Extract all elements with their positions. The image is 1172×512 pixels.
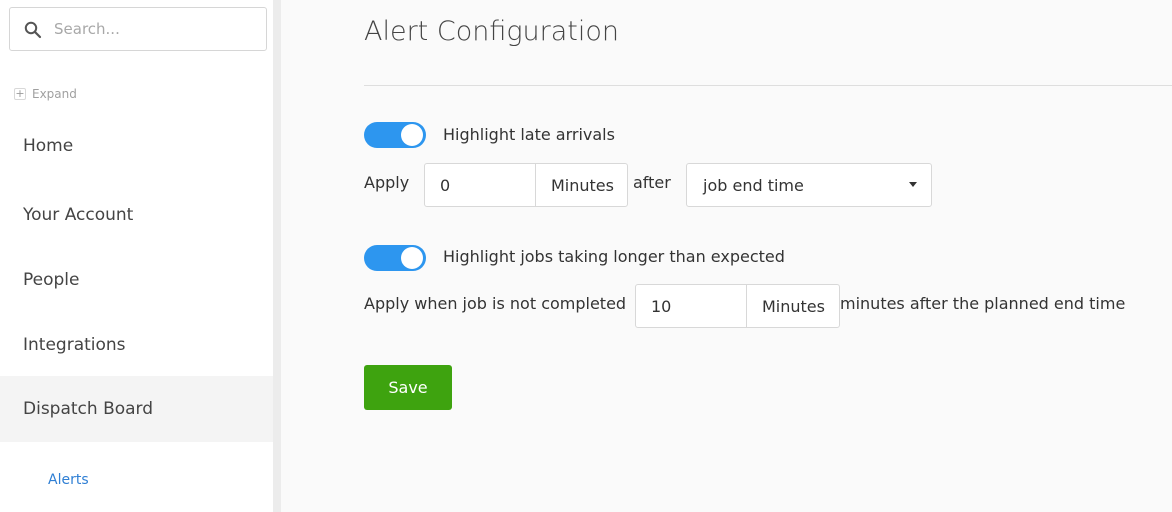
after-label: after: [633, 173, 671, 192]
search-box[interactable]: [9, 7, 267, 51]
plus-icon: +: [14, 87, 26, 100]
reference-time-value: job end time: [703, 175, 804, 195]
reference-time-select[interactable]: job end time: [686, 163, 932, 207]
late-arrivals-minutes-input[interactable]: [425, 164, 535, 206]
late-arrivals-minutes-group: Minutes: [424, 163, 628, 207]
main-content: Alert Configuration Highlight late arriv…: [281, 0, 1172, 512]
sidebar-item-dispatch-board[interactable]: Dispatch Board: [0, 376, 273, 442]
search-input[interactable]: [54, 8, 254, 50]
sidebar-item-label: Dispatch Board: [23, 399, 154, 419]
sidebar-item-label: Home: [23, 135, 74, 156]
sidebar-item-home[interactable]: Home: [0, 113, 273, 178]
minutes-unit-label: Minutes: [746, 285, 840, 327]
sidebar-subitem-alerts[interactable]: Alerts: [48, 472, 89, 488]
apply-label: Apply: [364, 173, 410, 192]
expand-label: Expand: [32, 87, 77, 101]
title-divider: [364, 85, 1172, 86]
sidebar-item-people[interactable]: People: [0, 247, 273, 312]
minutes-unit-label: Minutes: [535, 164, 629, 206]
sidebar-item-label: People: [23, 269, 80, 290]
expand-toggle[interactable]: + Expand: [14, 86, 77, 102]
app-window: + Expand Home Your Account People Integr…: [0, 0, 1172, 512]
sidebar: + Expand Home Your Account People Integr…: [0, 0, 273, 512]
late-arrivals-label: Highlight late arrivals: [443, 125, 615, 144]
page-title: Alert Configuration: [364, 16, 620, 47]
longer-jobs-minutes-group: Minutes: [635, 284, 840, 328]
apply-when-label: Apply when job is not completed: [364, 294, 627, 313]
caret-down-icon: [909, 182, 917, 187]
toggle-knob: [401, 247, 423, 269]
longer-jobs-label: Highlight jobs taking longer than expect…: [443, 247, 785, 266]
longer-jobs-minutes-input[interactable]: [636, 285, 746, 327]
sidebar-item-integrations[interactable]: Integrations: [0, 312, 273, 377]
search-icon: [24, 21, 42, 39]
sidebar-item-label: Integrations: [23, 334, 126, 355]
save-button[interactable]: Save: [364, 365, 452, 410]
sidebar-item-label: Your Account: [23, 204, 134, 225]
sidebar-item-your-account[interactable]: Your Account: [0, 182, 273, 247]
planned-end-suffix: minutes after the planned end time: [840, 294, 1126, 313]
sidebar-divider: [273, 0, 281, 512]
late-arrivals-toggle[interactable]: [364, 122, 426, 148]
longer-jobs-toggle[interactable]: [364, 245, 426, 271]
toggle-knob: [401, 124, 423, 146]
